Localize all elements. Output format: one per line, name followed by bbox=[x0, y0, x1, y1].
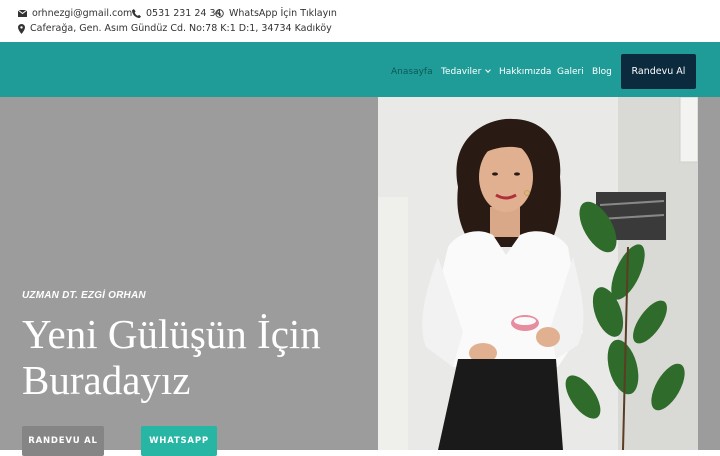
address-text: Caferağa, Gen. Asım Gündüz Cd. No:78 K:1… bbox=[30, 23, 332, 34]
map-pin-icon bbox=[18, 23, 25, 34]
portrait-illustration bbox=[422, 97, 698, 450]
email-contact[interactable]: orhnezgi@gmail.com bbox=[18, 8, 132, 19]
whatsapp-button[interactable]: WHATSAPP bbox=[141, 426, 217, 456]
email-text: orhnezgi@gmail.com bbox=[32, 8, 133, 19]
dentist-portrait-photo bbox=[378, 97, 698, 450]
nav-item-gallery[interactable]: Galeri bbox=[557, 67, 584, 77]
chevron-down-icon bbox=[485, 67, 492, 73]
address-contact[interactable]: Caferağa, Gen. Asım Gündüz Cd. No:78 K:1… bbox=[18, 23, 332, 34]
nav-item-about[interactable]: Hakkımızda bbox=[499, 67, 551, 77]
envelope-icon bbox=[18, 10, 27, 17]
whatsapp-contact[interactable]: WhatsApp İçin Tıklayın bbox=[215, 8, 337, 19]
hero-subtitle: UZMAN DT. EZGİ ORHAN bbox=[22, 290, 146, 301]
nav-item-treatments[interactable]: Tedaviler bbox=[441, 67, 492, 77]
nav-item-blog[interactable]: Blog bbox=[592, 67, 612, 77]
nav-item-label: Tedaviler bbox=[441, 67, 482, 77]
top-info-bar: orhnezgi@gmail.com 0531 231 24 34 WhatsA… bbox=[0, 0, 720, 42]
whatsapp-icon bbox=[215, 9, 224, 18]
main-nav: Anasayfa Tedaviler Hakkımızda Galeri Blo… bbox=[0, 42, 720, 97]
hero-section: UZMAN DT. EZGİ ORHAN Yeni Gülüşün İçin B… bbox=[0, 97, 720, 456]
hero-headline: Yeni Gülüşün İçin Buradayız bbox=[22, 311, 321, 403]
phone-contact[interactable]: 0531 231 24 34 bbox=[132, 8, 222, 19]
nav-item-home[interactable]: Anasayfa bbox=[391, 67, 433, 77]
whatsapp-text: WhatsApp İçin Tıklayın bbox=[229, 8, 337, 19]
phone-text: 0531 231 24 34 bbox=[146, 8, 222, 19]
appointment-cta-button[interactable]: Randevu Al bbox=[621, 54, 696, 89]
appointment-button[interactable]: RANDEVU AL bbox=[22, 426, 104, 456]
phone-icon bbox=[132, 9, 141, 18]
